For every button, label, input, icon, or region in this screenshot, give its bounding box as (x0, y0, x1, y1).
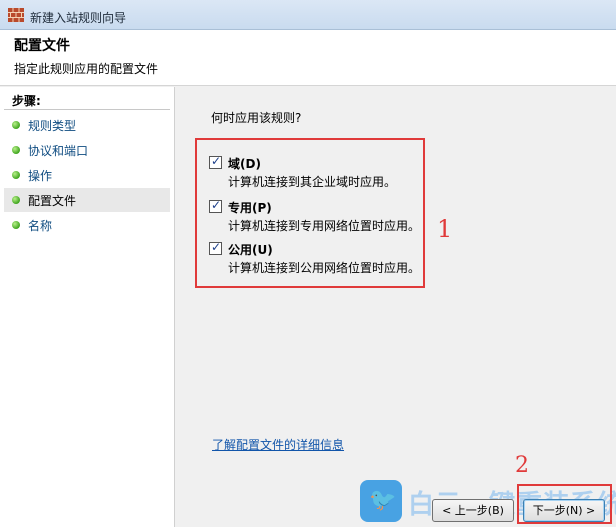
profile-question: 何时应用该规则? (211, 111, 302, 125)
step-status-icon (12, 121, 20, 129)
annotation-number-2: 2 (515, 453, 529, 478)
step-status-icon (12, 221, 20, 229)
step-status-icon (12, 146, 20, 154)
sidebar-item-label: 规则类型 (28, 119, 77, 133)
back-button[interactable]: < 上一步(B) (432, 499, 514, 522)
highlight-box-options (195, 138, 425, 288)
sidebar-item-label: 操作 (28, 169, 53, 183)
profile-help-link[interactable]: 了解配置文件的详细信息 (212, 436, 344, 453)
sidebar-item-profile[interactable]: 配置文件 (4, 188, 170, 212)
sidebar-item-action[interactable]: 操作 (4, 163, 170, 187)
step-status-icon (12, 171, 20, 179)
steps-sidebar: 步骤: 规则类型 协议和端口 操作 配置文件 名称 (0, 87, 175, 527)
sidebar-item-protocol-port[interactable]: 协议和端口 (4, 138, 170, 162)
firewall-icon (8, 8, 24, 22)
wizard-header: 配置文件 指定此规则应用的配置文件 (0, 30, 616, 86)
window-title: 新建入站规则向导 (30, 11, 127, 25)
annotation-number-1: 1 (437, 215, 453, 243)
page-description: 指定此规则应用的配置文件 (14, 62, 159, 76)
sidebar-item-label: 配置文件 (28, 194, 77, 208)
sidebar-item-rule-type[interactable]: 规则类型 (4, 113, 170, 137)
title-bar: 新建入站规则向导 (0, 0, 616, 30)
divider (4, 109, 170, 110)
sidebar-item-label: 协议和端口 (28, 144, 89, 158)
page-title: 配置文件 (14, 38, 70, 54)
twitter-bird-icon (360, 480, 402, 522)
highlight-box-next (517, 484, 612, 524)
steps-label: 步骤: (12, 94, 41, 108)
step-status-icon (12, 196, 20, 204)
sidebar-item-label: 名称 (28, 219, 53, 233)
sidebar-item-name[interactable]: 名称 (4, 213, 170, 237)
